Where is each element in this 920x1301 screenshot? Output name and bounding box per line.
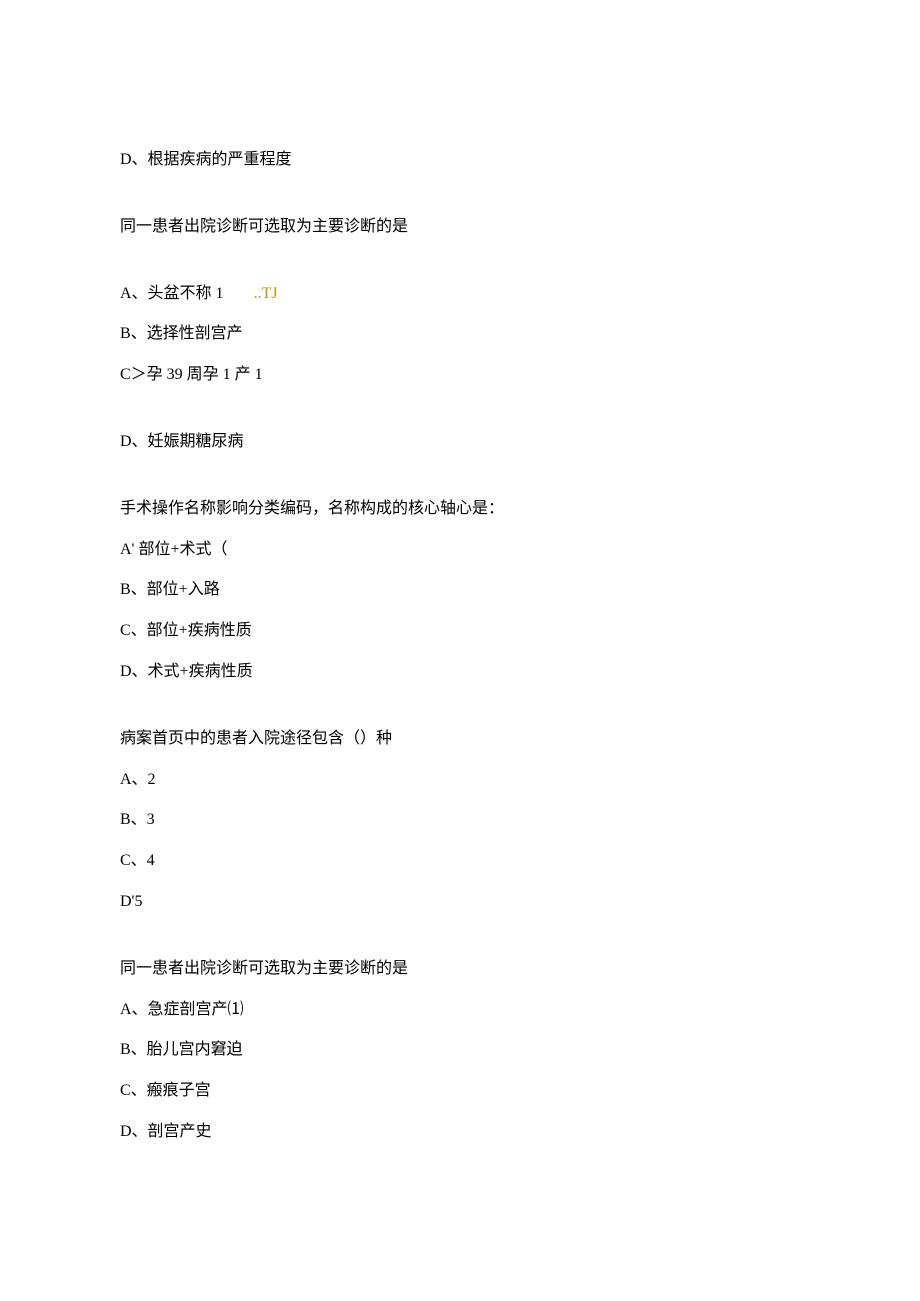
question-stem: 同一患者出院诊断可选取为主要诊断的是 <box>120 217 800 238</box>
option-d: D'5 <box>120 892 800 913</box>
option-a: A、2 <box>120 770 800 791</box>
option-c: C＞孕 39 周孕 1 产 1 <box>120 365 800 386</box>
option-b: B、选择性剖宫产 <box>120 324 800 345</box>
question-stem: 同一患者出院诊断可选取为主要诊断的是 <box>120 959 800 980</box>
option-c: C、瘢痕子宫 <box>120 1081 800 1102</box>
option-c: C、部位+疾病性质 <box>120 621 800 642</box>
option-a-text: A、头盆不称 1 <box>120 285 224 302</box>
option-a: A、头盆不称 1 ..TJ <box>120 284 800 305</box>
question-stem: 病案首页中的患者入院途径包含（）种 <box>120 729 800 750</box>
option-b: B、胎儿宫内窘迫 <box>120 1040 800 1061</box>
option-d: D、剖宫产史 <box>120 1122 800 1143</box>
option-a: A' 部位+术式（ <box>120 540 800 561</box>
option-a: A、急症剖宫产⑴ <box>120 1000 800 1021</box>
question-stem: 手术操作名称影响分类编码，名称构成的核心轴心是： <box>120 499 800 520</box>
option-c: C、4 <box>120 851 800 872</box>
option-b: B、3 <box>120 810 800 831</box>
option-text: D、根据疾病的严重程度 <box>120 150 800 171</box>
option-d: D、妊娠期糖尿病 <box>120 432 800 453</box>
option-d: D、术式+疾病性质 <box>120 662 800 683</box>
orange-annotation: ..TJ <box>254 285 278 302</box>
option-b: B、部位+入路 <box>120 580 800 601</box>
document-content: D、根据疾病的严重程度 同一患者出院诊断可选取为主要诊断的是 A、头盆不称 1.… <box>0 0 920 1143</box>
